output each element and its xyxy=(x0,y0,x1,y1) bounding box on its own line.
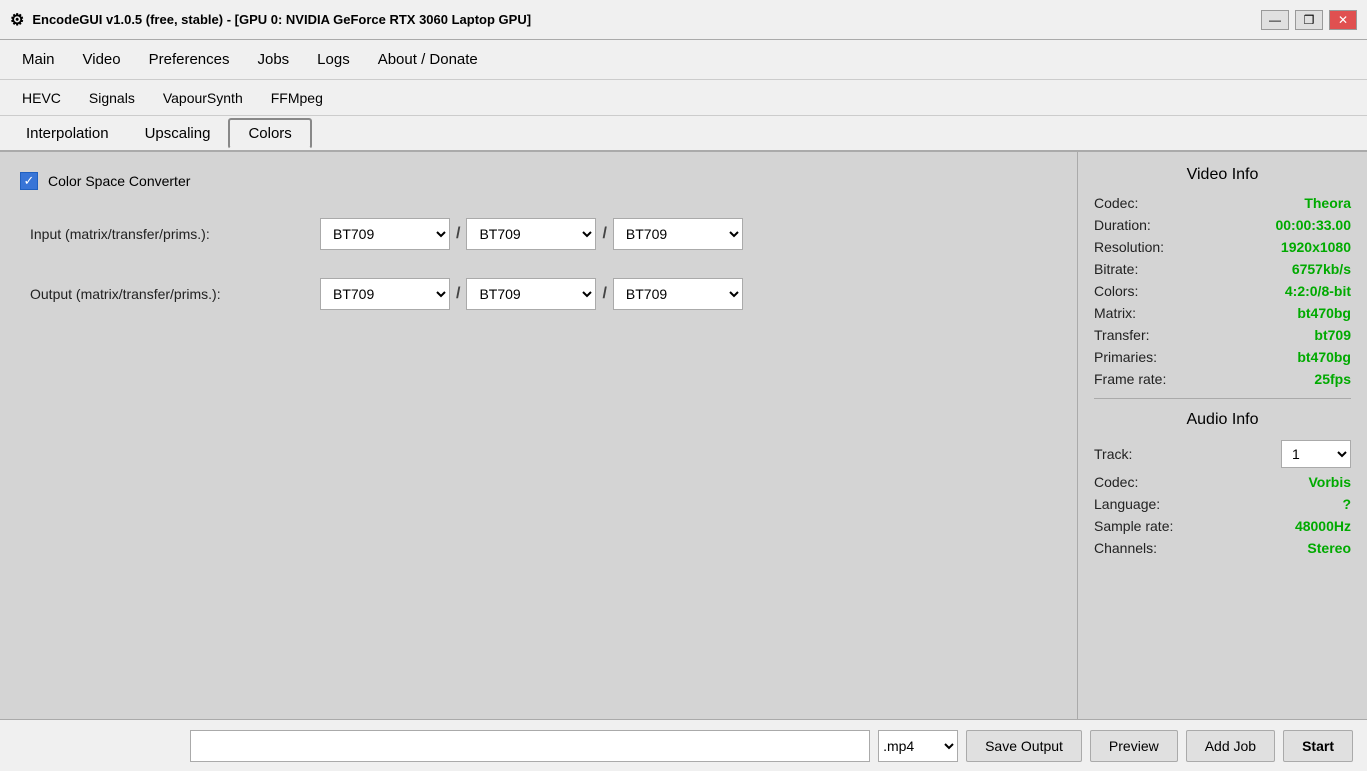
video-colors-label: Colors: xyxy=(1094,283,1138,299)
menu-item-logs[interactable]: Logs xyxy=(303,45,364,74)
output-transfer-select[interactable]: BT709 BT601 BT2020 xyxy=(466,278,596,310)
video-info-colors-row: Colors: 4:2:0/8-bit xyxy=(1094,280,1351,302)
window-title: EncodeGUI v1.0.5 (free, stable) - [GPU 0… xyxy=(32,12,531,27)
input-transfer-select[interactable]: BT709 BT601 BT2020 xyxy=(466,218,596,250)
minimize-button[interactable]: — xyxy=(1261,10,1289,30)
info-divider xyxy=(1094,398,1351,399)
output-matrix-row: Output (matrix/transfer/prims.): BT709 B… xyxy=(30,278,1057,310)
start-button[interactable]: Start xyxy=(1283,730,1353,762)
video-info-matrix-row: Matrix: bt470bg xyxy=(1094,302,1351,324)
audio-info-title: Audio Info xyxy=(1094,411,1351,429)
left-panel: ✓ Color Space Converter Input (matrix/tr… xyxy=(0,152,1077,719)
video-info-resolution-row: Resolution: 1920x1080 xyxy=(1094,236,1351,258)
nav-item-signals[interactable]: Signals xyxy=(75,85,149,111)
audio-channels-label: Channels: xyxy=(1094,540,1157,556)
video-info-primaries-row: Primaries: bt470bg xyxy=(1094,346,1351,368)
audio-channels-value: Stereo xyxy=(1307,540,1351,556)
main-content: ✓ Color Space Converter Input (matrix/tr… xyxy=(0,152,1367,719)
color-space-label: Color Space Converter xyxy=(48,173,190,189)
audio-info-language-row: Language: ? xyxy=(1094,493,1351,515)
video-primaries-value: bt470bg xyxy=(1297,349,1351,365)
menu-item-jobs[interactable]: Jobs xyxy=(243,45,303,74)
audio-info-samplerate-row: Sample rate: 48000Hz xyxy=(1094,515,1351,537)
video-info-framerate-row: Frame rate: 25fps xyxy=(1094,368,1351,390)
nav-item-hevc[interactable]: HEVC xyxy=(8,85,75,111)
title-bar-left: ⚙ EncodeGUI v1.0.5 (free, stable) - [GPU… xyxy=(10,10,531,30)
audio-language-label: Language: xyxy=(1094,496,1160,512)
video-codec-label: Codec: xyxy=(1094,195,1138,211)
nav-item-ffmpeg[interactable]: FFMpeg xyxy=(257,85,337,111)
tab-colors[interactable]: Colors xyxy=(228,118,311,149)
menu-item-about-donate[interactable]: About / Donate xyxy=(364,45,492,74)
save-output-button[interactable]: Save Output xyxy=(966,730,1082,762)
input-prims-select[interactable]: BT709 BT601 BT2020 xyxy=(613,218,743,250)
title-bar-controls: — ❒ ✕ xyxy=(1261,10,1357,30)
video-bitrate-label: Bitrate: xyxy=(1094,261,1138,277)
separator-1: / xyxy=(456,225,460,243)
video-bitrate-value: 6757kb/s xyxy=(1292,261,1351,277)
audio-samplerate-value: 48000Hz xyxy=(1295,518,1351,534)
close-button[interactable]: ✕ xyxy=(1329,10,1357,30)
output-matrix-select[interactable]: BT709 BT601 BT2020 xyxy=(320,278,450,310)
bottom-bar: .mp4 .mkv .avi Save Output Preview Add J… xyxy=(0,719,1367,771)
video-info-transfer-row: Transfer: bt709 xyxy=(1094,324,1351,346)
video-duration-value: 00:00:33.00 xyxy=(1275,217,1351,233)
video-resolution-value: 1920x1080 xyxy=(1281,239,1351,255)
video-duration-label: Duration: xyxy=(1094,217,1151,233)
video-info-codec-row: Codec: Theora xyxy=(1094,192,1351,214)
menu-item-preferences[interactable]: Preferences xyxy=(135,45,244,74)
video-info-duration-row: Duration: 00:00:33.00 xyxy=(1094,214,1351,236)
audio-track-label: Track: xyxy=(1094,446,1132,462)
preview-button[interactable]: Preview xyxy=(1090,730,1178,762)
audio-codec-value: Vorbis xyxy=(1308,474,1351,490)
audio-language-value: ? xyxy=(1342,496,1351,512)
menu-item-main[interactable]: Main xyxy=(8,45,69,74)
video-framerate-label: Frame rate: xyxy=(1094,371,1166,387)
video-framerate-value: 25fps xyxy=(1314,371,1351,387)
audio-samplerate-label: Sample rate: xyxy=(1094,518,1173,534)
app-icon: ⚙ xyxy=(10,10,24,30)
nav-item-vapoursynth[interactable]: VapourSynth xyxy=(149,85,257,111)
audio-info-channels-row: Channels: Stereo xyxy=(1094,537,1351,559)
video-codec-value: Theora xyxy=(1304,195,1351,211)
tab-interpolation[interactable]: Interpolation xyxy=(8,120,127,147)
input-matrix-selects: BT709 BT601 BT2020 / BT709 BT601 BT2020 … xyxy=(320,218,743,250)
input-matrix-row: Input (matrix/transfer/prims.): BT709 BT… xyxy=(30,218,1057,250)
secondary-nav: HEVC Signals VapourSynth FFMpeg xyxy=(0,80,1367,116)
video-primaries-label: Primaries: xyxy=(1094,349,1157,365)
color-space-checkbox[interactable]: ✓ xyxy=(20,172,38,190)
format-select[interactable]: .mp4 .mkv .avi xyxy=(878,730,958,762)
tab-bar: Interpolation Upscaling Colors xyxy=(0,116,1367,152)
audio-codec-label: Codec: xyxy=(1094,474,1138,490)
title-bar: ⚙ EncodeGUI v1.0.5 (free, stable) - [GPU… xyxy=(0,0,1367,40)
audio-info-codec-row: Codec: Vorbis xyxy=(1094,471,1351,493)
menu-item-video[interactable]: Video xyxy=(69,45,135,74)
right-panel: Video Info Codec: Theora Duration: 00:00… xyxy=(1077,152,1367,719)
output-matrix-selects: BT709 BT601 BT2020 / BT709 BT601 BT2020 … xyxy=(320,278,743,310)
video-colors-value: 4:2:0/8-bit xyxy=(1285,283,1351,299)
separator-3: / xyxy=(456,285,460,303)
maximize-button[interactable]: ❒ xyxy=(1295,10,1323,30)
video-transfer-label: Transfer: xyxy=(1094,327,1150,343)
audio-track-select[interactable]: 1 2 xyxy=(1281,440,1351,468)
tab-upscaling[interactable]: Upscaling xyxy=(127,120,229,147)
separator-4: / xyxy=(602,285,606,303)
input-matrix-label: Input (matrix/transfer/prims.): xyxy=(30,226,310,242)
video-matrix-value: bt470bg xyxy=(1297,305,1351,321)
menu-bar: Main Video Preferences Jobs Logs About /… xyxy=(0,40,1367,80)
input-matrix-select[interactable]: BT709 BT601 BT2020 xyxy=(320,218,450,250)
video-info-title: Video Info xyxy=(1094,166,1351,184)
video-resolution-label: Resolution: xyxy=(1094,239,1164,255)
output-prims-select[interactable]: BT709 BT601 BT2020 xyxy=(613,278,743,310)
color-space-header: ✓ Color Space Converter xyxy=(20,172,1057,190)
output-matrix-label: Output (matrix/transfer/prims.): xyxy=(30,286,310,302)
audio-track-row: Track: 1 2 xyxy=(1094,437,1351,471)
add-job-button[interactable]: Add Job xyxy=(1186,730,1275,762)
video-info-bitrate-row: Bitrate: 6757kb/s xyxy=(1094,258,1351,280)
separator-2: / xyxy=(602,225,606,243)
video-matrix-label: Matrix: xyxy=(1094,305,1136,321)
output-path-input[interactable] xyxy=(190,730,870,762)
video-transfer-value: bt709 xyxy=(1314,327,1351,343)
